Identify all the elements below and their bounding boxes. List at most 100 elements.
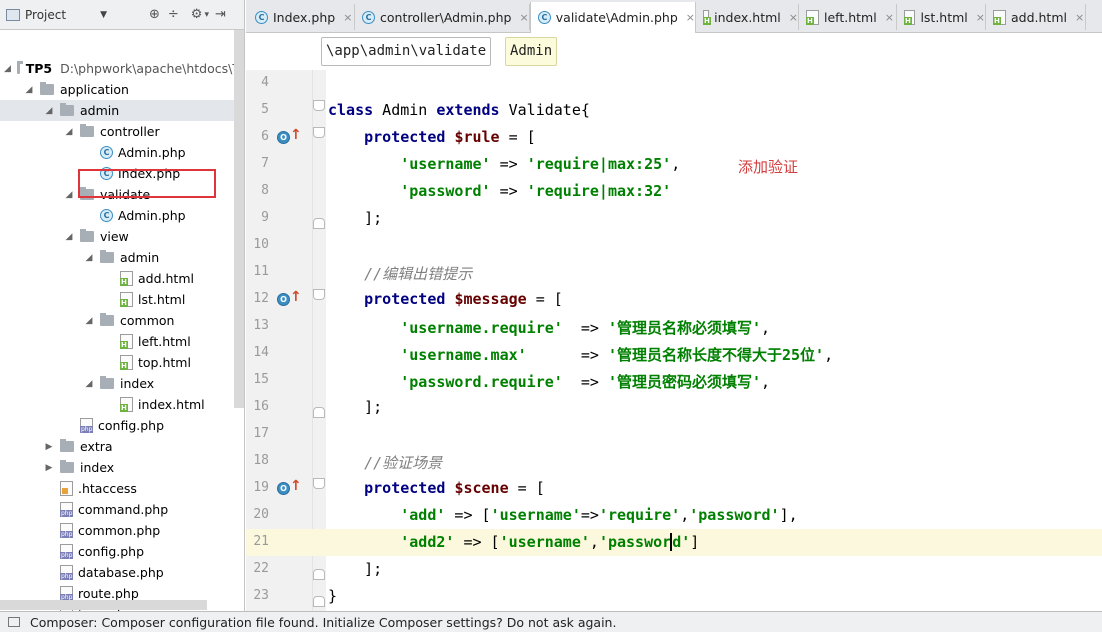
html-file-icon — [703, 9, 712, 25]
tree-item[interactable]: config.php — [0, 541, 240, 562]
breadcrumb-namespace[interactable]: \app\admin\validate — [321, 37, 492, 66]
gear-dropdown-icon[interactable]: ▾ — [204, 10, 209, 20]
tree-item[interactable]: C Admin.php — [0, 142, 240, 163]
editor-tab[interactable]: index.html × — [696, 4, 799, 30]
editor-tab[interactable]: lst.html × — [897, 4, 986, 30]
vertical-scrollbar[interactable] — [234, 30, 244, 408]
tree-item[interactable]: add.html — [0, 268, 240, 289]
code-line[interactable]: ]; — [328, 398, 382, 416]
tree-item[interactable]: C Admin.php — [0, 205, 240, 226]
go-to-parent-arrow-icon[interactable]: ↑ — [290, 478, 302, 494]
code-line[interactable]: 'username.max' => '管理员名称长度不得大于25位', — [328, 344, 833, 365]
tree-item[interactable]: ◢ index — [0, 373, 240, 394]
close-icon[interactable]: × — [686, 11, 695, 24]
tree-item[interactable]: lst.html — [0, 289, 240, 310]
status-message[interactable]: Composer: Composer configuration file fo… — [30, 615, 616, 630]
editor-tab[interactable]: Ccontroller\Admin.php × — [355, 4, 530, 30]
expanded-arrow-icon[interactable]: ◢ — [84, 253, 94, 263]
tree-item[interactable]: ◢ view — [0, 226, 240, 247]
tree-item[interactable]: ◢ admin — [0, 247, 240, 268]
close-icon[interactable]: × — [885, 11, 894, 24]
php-class-icon: C — [100, 209, 113, 222]
go-to-parent-arrow-icon[interactable]: ↑ — [290, 127, 302, 143]
close-icon[interactable]: × — [519, 11, 528, 24]
hide-panel-icon[interactable]: ⇥ — [215, 7, 226, 22]
code-line[interactable]: protected $scene = [ — [328, 479, 545, 497]
folder-icon — [60, 103, 74, 116]
expanded-arrow-icon[interactable]: ◢ — [4, 64, 11, 74]
code-token: protected — [364, 128, 446, 146]
tree-item[interactable]: ▶ extra — [0, 436, 240, 457]
expanded-arrow-icon[interactable]: ◢ — [84, 379, 94, 389]
tree-item[interactable]: ◢ application — [0, 79, 240, 100]
tree-item[interactable]: command.php — [0, 499, 240, 520]
code-line[interactable]: class Admin extends Validate{ — [328, 101, 590, 119]
breadcrumb-class[interactable]: Admin — [505, 37, 558, 66]
code-line[interactable]: 'password.require' => '管理员密码必须填写', — [328, 371, 770, 392]
code-line[interactable]: 'username.require' => '管理员名称必须填写', — [328, 317, 770, 338]
code-token: , — [761, 319, 771, 337]
collapsed-arrow-icon[interactable]: ▶ — [44, 463, 54, 473]
fold-marker-icon[interactable] — [313, 569, 325, 580]
tree-item[interactable]: .htaccess — [0, 478, 240, 499]
horizontal-scrollbar[interactable] — [0, 600, 207, 610]
tree-item[interactable]: database.php — [0, 562, 240, 583]
collapsed-arrow-icon[interactable]: ▶ — [44, 442, 54, 452]
go-to-parent-arrow-icon[interactable]: ↑ — [290, 289, 302, 305]
fold-marker-icon[interactable] — [313, 127, 325, 138]
target-icon[interactable]: ⊕ — [149, 7, 160, 22]
code-line[interactable]: //验证场景 — [328, 452, 442, 473]
expanded-arrow-icon[interactable]: ◢ — [64, 232, 74, 242]
project-panel-title[interactable]: Project — [25, 8, 66, 22]
gear-icon[interactable]: ⚙ — [191, 7, 203, 22]
editor-tab[interactable]: left.html × — [799, 4, 897, 30]
code-line[interactable]: 'add2' => ['username','password'] — [328, 533, 699, 551]
close-icon[interactable]: × — [343, 11, 352, 24]
tree-item[interactable]: config.php — [0, 415, 240, 436]
close-icon[interactable]: × — [789, 11, 798, 24]
fold-marker-icon[interactable] — [313, 407, 325, 418]
tree-item[interactable]: ◢ common — [0, 310, 240, 331]
expanded-arrow-icon[interactable]: ◢ — [64, 127, 74, 137]
expanded-arrow-icon[interactable]: ◢ — [84, 316, 94, 326]
tree-item[interactable]: index.html — [0, 394, 240, 415]
code-line[interactable]: //编辑出错提示 — [328, 263, 472, 284]
code-line[interactable]: protected $message = [ — [328, 290, 563, 308]
tree-item[interactable]: ◢ admin — [0, 100, 240, 121]
fold-marker-icon[interactable] — [313, 596, 325, 607]
fold-marker-icon[interactable] — [313, 100, 325, 111]
close-icon[interactable]: × — [976, 11, 985, 24]
fold-marker-icon[interactable] — [313, 478, 325, 489]
override-icon[interactable]: O — [277, 482, 290, 495]
expanded-arrow-icon[interactable]: ◢ — [24, 85, 34, 95]
tool-windows-icon[interactable] — [8, 617, 20, 627]
tree-item[interactable]: common.php — [0, 520, 240, 541]
code-line[interactable]: 'username' => 'require|max:25', — [328, 155, 680, 173]
editor-tab[interactable]: Cvalidate\Admin.php × — [530, 2, 696, 33]
expanded-arrow-icon[interactable]: ◢ — [44, 106, 54, 116]
tree-item[interactable]: left.html — [0, 331, 240, 352]
editor-tab[interactable]: C Index.php × — [248, 4, 355, 30]
collapse-all-icon[interactable]: ÷ — [168, 7, 179, 22]
override-icon[interactable]: O — [277, 293, 290, 306]
close-icon[interactable]: × — [1075, 11, 1084, 24]
code-line[interactable]: protected $rule = [ — [328, 128, 536, 146]
tree-item[interactable]: ◢ TP5 D:\phpwork\apache\htdocs\T — [0, 58, 240, 79]
code-line[interactable]: 'add' => ['username'=>'require','passwor… — [328, 506, 797, 524]
code-line[interactable]: } — [328, 587, 337, 605]
fold-marker-icon[interactable] — [313, 289, 325, 300]
folder-icon — [40, 82, 54, 95]
tree-item[interactable]: ◢ controller — [0, 121, 240, 142]
editor-tab-label: left.html — [824, 9, 877, 25]
code-line[interactable]: 'password' => 'require|max:32' — [328, 182, 671, 200]
code-line[interactable]: ]; — [328, 560, 382, 578]
chevron-down-icon[interactable]: ▼ — [100, 10, 107, 20]
fold-marker-icon[interactable] — [313, 218, 325, 229]
expanded-arrow-icon[interactable]: ◢ — [64, 190, 74, 200]
tree-item[interactable]: ▶ index — [0, 457, 240, 478]
code-line[interactable]: ]; — [328, 209, 382, 227]
editor-tab[interactable]: add.html × — [986, 4, 1086, 30]
tree-item[interactable]: top.html — [0, 352, 240, 373]
override-icon[interactable]: O — [277, 131, 290, 144]
